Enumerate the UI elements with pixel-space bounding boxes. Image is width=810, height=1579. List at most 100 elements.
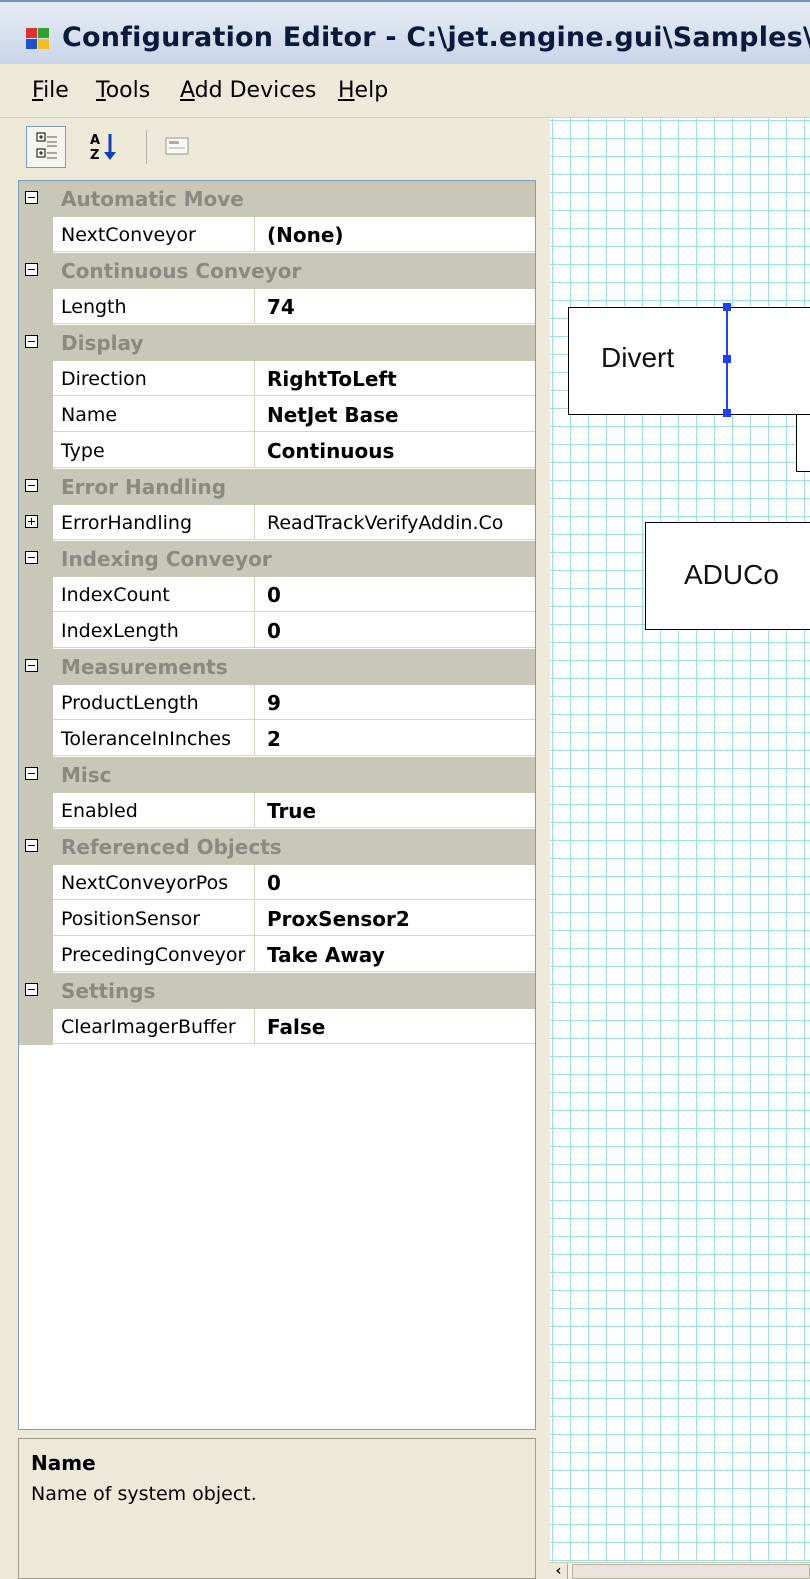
menu-help[interactable]: Help bbox=[338, 78, 388, 103]
property-value: ReadTrackVerifyAddin.Co bbox=[267, 512, 504, 534]
property-grid-toolbar: A Z bbox=[18, 118, 536, 178]
property-name-cell[interactable]: IndexLength bbox=[53, 613, 255, 648]
property-value-cell[interactable]: NetJet Base bbox=[255, 397, 535, 432]
row-gutter bbox=[19, 289, 53, 325]
collapse-icon[interactable] bbox=[25, 335, 38, 348]
property-value-cell[interactable]: 0 bbox=[255, 577, 535, 612]
property-value-cell[interactable]: Continuous bbox=[255, 433, 535, 468]
property-value-cell[interactable]: True bbox=[255, 793, 535, 828]
property-row-direction[interactable]: Direction RightToLeft bbox=[19, 361, 535, 397]
property-row-clearimagerbuffer[interactable]: ClearImagerBuffer False bbox=[19, 1009, 535, 1045]
selection-handle-top[interactable] bbox=[723, 303, 731, 311]
property-value-cell[interactable]: 2 bbox=[255, 721, 535, 756]
connected-block[interactable] bbox=[796, 414, 810, 472]
title-bar[interactable]: Configuration Editor - C:\jet.engine.gui… bbox=[0, 0, 810, 64]
property-value-cell[interactable]: False bbox=[255, 1009, 535, 1044]
property-row-indexcount[interactable]: IndexCount 0 bbox=[19, 577, 535, 613]
category-error-handling[interactable]: Error Handling bbox=[19, 469, 535, 505]
property-row-name[interactable]: Name NetJet Base bbox=[19, 397, 535, 433]
property-value-cell[interactable]: 74 bbox=[255, 289, 535, 324]
collapse-icon[interactable] bbox=[25, 263, 38, 276]
category-label: Display bbox=[61, 331, 144, 355]
property-row-indexlength[interactable]: IndexLength 0 bbox=[19, 613, 535, 649]
property-name-cell[interactable]: PrecedingConveyor bbox=[53, 937, 255, 972]
category-automatic-move[interactable]: Automatic Move bbox=[19, 181, 535, 217]
property-row-nextconveyorpos[interactable]: NextConveyorPos 0 bbox=[19, 865, 535, 901]
category-misc[interactable]: Misc bbox=[19, 757, 535, 793]
scroll-thumb[interactable] bbox=[572, 1564, 810, 1579]
menu-add-devices[interactable]: Add Devices bbox=[180, 78, 316, 103]
property-row-productlength[interactable]: ProductLength 9 bbox=[19, 685, 535, 721]
alphabetical-button[interactable]: A Z bbox=[86, 126, 126, 168]
property-value-cell[interactable]: 0 bbox=[255, 613, 535, 648]
property-name-cell[interactable]: IndexCount bbox=[53, 577, 255, 612]
property-name-cell[interactable]: Length bbox=[53, 289, 255, 324]
selection-handle-bottom[interactable] bbox=[723, 409, 731, 417]
category-display[interactable]: Display bbox=[19, 325, 535, 361]
property-name-cell[interactable]: Type bbox=[53, 433, 255, 468]
property-value-cell[interactable]: Take Away bbox=[255, 937, 535, 972]
collapse-icon[interactable] bbox=[25, 767, 38, 780]
category-continuous-conveyor[interactable]: Continuous Conveyor bbox=[19, 253, 535, 289]
property-name: ClearImagerBuffer bbox=[61, 1016, 236, 1038]
property-name-cell[interactable]: NextConveyorPos bbox=[53, 865, 255, 900]
collapse-icon[interactable] bbox=[25, 659, 38, 672]
divert-block[interactable]: Divert bbox=[568, 307, 810, 415]
design-canvas[interactable]: Divert ADUCo bbox=[550, 118, 810, 1562]
property-name-cell[interactable]: ToleranceInInches bbox=[53, 721, 255, 756]
property-row-errorhandling[interactable]: ErrorHandling ReadTrackVerifyAddin.Co bbox=[19, 505, 535, 541]
property-help-panel: Name Name of system object. bbox=[18, 1438, 536, 1579]
selection-handle-middle[interactable] bbox=[723, 355, 731, 363]
collapse-icon[interactable] bbox=[25, 839, 38, 852]
property-name-cell[interactable]: NextConveyor bbox=[53, 217, 255, 252]
collapse-icon[interactable] bbox=[25, 983, 38, 996]
property-name-cell[interactable]: ProductLength bbox=[53, 685, 255, 720]
category-measurements[interactable]: Measurements bbox=[19, 649, 535, 685]
property-row-enabled[interactable]: Enabled True bbox=[19, 793, 535, 829]
property-name-cell[interactable]: ErrorHandling bbox=[53, 505, 255, 540]
toolbar-separator bbox=[146, 130, 147, 164]
aduco-block[interactable]: ADUCo bbox=[645, 522, 810, 630]
row-gutter bbox=[19, 1009, 53, 1045]
property-name-cell[interactable]: Enabled bbox=[53, 793, 255, 828]
horizontal-scrollbar[interactable]: ‹ bbox=[550, 1562, 810, 1579]
property-value: Continuous bbox=[267, 439, 395, 463]
menu-bar: File Tools Add Devices Help bbox=[0, 64, 810, 118]
property-pages-button[interactable] bbox=[158, 126, 198, 168]
property-row-type[interactable]: Type Continuous bbox=[19, 433, 535, 469]
property-row-length[interactable]: Length 74 bbox=[19, 289, 535, 325]
property-value-cell[interactable]: ProxSensor2 bbox=[255, 901, 535, 936]
property-row-positionsensor[interactable]: PositionSensor ProxSensor2 bbox=[19, 901, 535, 937]
property-value-cell[interactable]: ReadTrackVerifyAddin.Co bbox=[255, 505, 535, 540]
collapse-icon[interactable] bbox=[25, 551, 38, 564]
category-label: Indexing Conveyor bbox=[61, 547, 272, 571]
category-referenced-objects[interactable]: Referenced Objects bbox=[19, 829, 535, 865]
panel-splitter[interactable] bbox=[536, 118, 550, 1579]
collapse-icon[interactable] bbox=[25, 191, 38, 204]
expand-icon[interactable] bbox=[25, 515, 38, 528]
property-name-cell[interactable]: PositionSensor bbox=[53, 901, 255, 936]
property-value: 9 bbox=[267, 691, 281, 715]
property-row-precedingconveyor[interactable]: PrecedingConveyor Take Away bbox=[19, 937, 535, 973]
property-value-cell[interactable]: 0 bbox=[255, 865, 535, 900]
property-value-cell[interactable]: (None) bbox=[255, 217, 535, 252]
category-settings[interactable]: Settings bbox=[19, 973, 535, 1009]
menu-tools[interactable]: Tools bbox=[96, 78, 150, 103]
property-name-cell[interactable]: Direction bbox=[53, 361, 255, 396]
menu-file[interactable]: File bbox=[32, 78, 69, 103]
property-value: 74 bbox=[267, 295, 295, 319]
property-value: ProxSensor2 bbox=[267, 907, 410, 931]
property-name-cell[interactable]: Name bbox=[53, 397, 255, 432]
row-gutter bbox=[19, 613, 53, 649]
row-gutter bbox=[19, 937, 53, 973]
scroll-left-button[interactable]: ‹ bbox=[550, 1563, 568, 1579]
property-value-cell[interactable]: RightToLeft bbox=[255, 361, 535, 396]
property-value-cell[interactable]: 9 bbox=[255, 685, 535, 720]
property-row-nextconveyor[interactable]: NextConveyor (None) bbox=[19, 217, 535, 253]
property-row-toleranceininches[interactable]: ToleranceInInches 2 bbox=[19, 721, 535, 757]
category-indexing-conveyor[interactable]: Indexing Conveyor bbox=[19, 541, 535, 577]
property-value: 0 bbox=[267, 871, 281, 895]
collapse-icon[interactable] bbox=[25, 479, 38, 492]
categorized-button[interactable] bbox=[26, 126, 66, 168]
property-name-cell[interactable]: ClearImagerBuffer bbox=[53, 1009, 255, 1044]
